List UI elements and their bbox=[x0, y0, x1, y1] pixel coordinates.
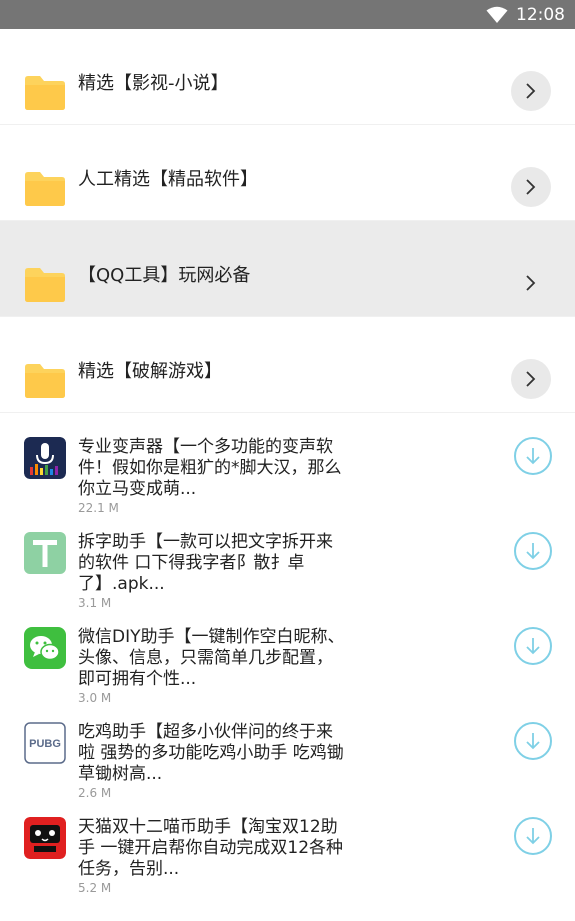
app-title: 天猫双十二喵币助手【淘宝双12助 手 一键开启帮你自动完成双12各种 任务，告别… bbox=[78, 817, 344, 879]
app-size: 5.2 M bbox=[78, 881, 112, 895]
open-folder-button[interactable] bbox=[511, 359, 551, 399]
folder-row[interactable]: 人工精选【精品软件】 bbox=[0, 125, 575, 221]
voice-changer-icon bbox=[24, 437, 66, 479]
folder-list: 精选【影视-小说】 人工精选【精品软件】 【QQ工具】玩网必备 精选【破解游戏】 bbox=[0, 29, 575, 413]
status-time: 12:08 bbox=[516, 4, 565, 25]
open-folder-button[interactable] bbox=[511, 167, 551, 207]
download-button[interactable] bbox=[514, 722, 552, 760]
chevron-right-icon bbox=[526, 83, 536, 99]
tmall-icon bbox=[24, 817, 66, 859]
download-button[interactable] bbox=[514, 817, 552, 855]
app-row[interactable]: 拆字助手【一款可以把文字拆开来 的软件 口下得我字者阝散扌卓 了】.apk...… bbox=[0, 508, 575, 610]
folder-label: 【QQ工具】玩网必备 bbox=[78, 265, 251, 286]
folder-icon bbox=[25, 76, 65, 110]
folder-label: 人工精选【精品软件】 bbox=[78, 169, 258, 190]
download-icon bbox=[526, 448, 540, 465]
app-row[interactable]: PUBG 吃鸡助手【超多小伙伴问的终于来 啦 强势的多功能吃鸡小助手 吃鸡锄 草… bbox=[0, 698, 575, 800]
folder-row[interactable]: 【QQ工具】玩网必备 bbox=[0, 221, 575, 317]
folder-label: 精选【影视-小说】 bbox=[78, 73, 229, 94]
letter-t-icon bbox=[24, 532, 66, 574]
folder-label: 精选【破解游戏】 bbox=[78, 361, 222, 382]
chevron-right-icon bbox=[526, 275, 536, 291]
app-row[interactable]: 微信DIY助手【一键制作空白昵称、 头像、信息，只需简单几步配置， 即可拥有个性… bbox=[0, 603, 575, 705]
download-icon bbox=[526, 733, 540, 750]
wifi-icon bbox=[486, 6, 508, 24]
app-list: 专业变声器【一个多功能的变声软 件！假如你是粗犷的*脚大汉，那么 你立马变成萌.… bbox=[0, 413, 575, 895]
folder-row[interactable]: 精选【影视-小说】 bbox=[0, 29, 575, 125]
open-folder-button[interactable] bbox=[511, 263, 551, 303]
app-title: 吃鸡助手【超多小伙伴问的终于来 啦 强势的多功能吃鸡小助手 吃鸡锄 草锄树高..… bbox=[78, 722, 344, 784]
chevron-right-icon bbox=[526, 179, 536, 195]
app-title: 拆字助手【一款可以把文字拆开来 的软件 口下得我字者阝散扌卓 了】.apk... bbox=[78, 532, 333, 594]
chevron-right-icon bbox=[526, 371, 536, 387]
app-title: 微信DIY助手【一键制作空白昵称、 头像、信息，只需简单几步配置， 即可拥有个性… bbox=[78, 627, 345, 689]
folder-icon bbox=[25, 268, 65, 302]
pubg-logo-text: PUBG bbox=[29, 738, 61, 750]
open-folder-button[interactable] bbox=[511, 71, 551, 111]
download-button[interactable] bbox=[514, 437, 552, 475]
wechat-icon bbox=[24, 627, 66, 669]
pubg-icon: PUBG bbox=[24, 722, 66, 764]
app-row[interactable]: 专业变声器【一个多功能的变声软 件！假如你是粗犷的*脚大汉，那么 你立马变成萌.… bbox=[0, 413, 575, 515]
app-title: 专业变声器【一个多功能的变声软 件！假如你是粗犷的*脚大汉，那么 你立马变成萌.… bbox=[78, 437, 342, 499]
download-icon bbox=[526, 638, 540, 655]
download-button[interactable] bbox=[514, 627, 552, 665]
download-icon bbox=[526, 543, 540, 560]
app-row[interactable]: 天猫双十二喵币助手【淘宝双12助 手 一键开启帮你自动完成双12各种 任务，告别… bbox=[0, 793, 575, 895]
download-icon bbox=[526, 828, 540, 845]
folder-icon bbox=[25, 364, 65, 398]
folder-icon bbox=[25, 172, 65, 206]
download-button[interactable] bbox=[514, 532, 552, 570]
status-bar: 12:08 bbox=[0, 0, 575, 29]
folder-row[interactable]: 精选【破解游戏】 bbox=[0, 317, 575, 413]
